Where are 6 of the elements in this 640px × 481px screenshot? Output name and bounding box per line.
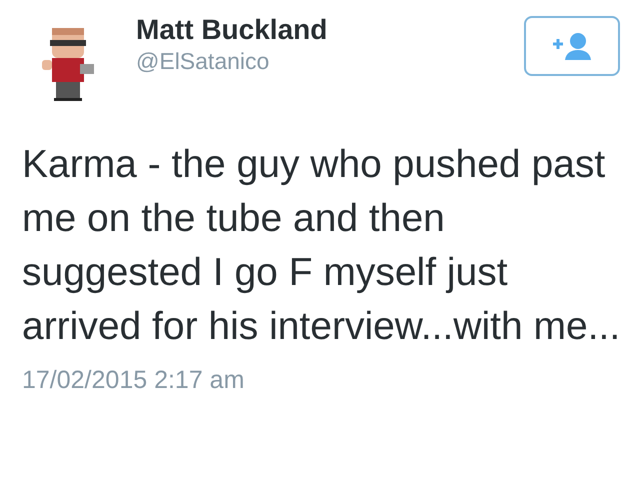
tweet-text: Karma - the guy who pushed past me on the tube and then suggested I go F myself just arrived for his interview...with me... xyxy=(22,142,622,350)
author-handle: @ElSatanico xyxy=(136,47,270,76)
tweet-timestamp: 17/02/2015 2:17 am xyxy=(22,365,246,396)
author-name: Matt Buckland xyxy=(136,14,328,46)
follow-button[interactable] xyxy=(524,16,620,76)
add-person-icon xyxy=(551,31,593,61)
